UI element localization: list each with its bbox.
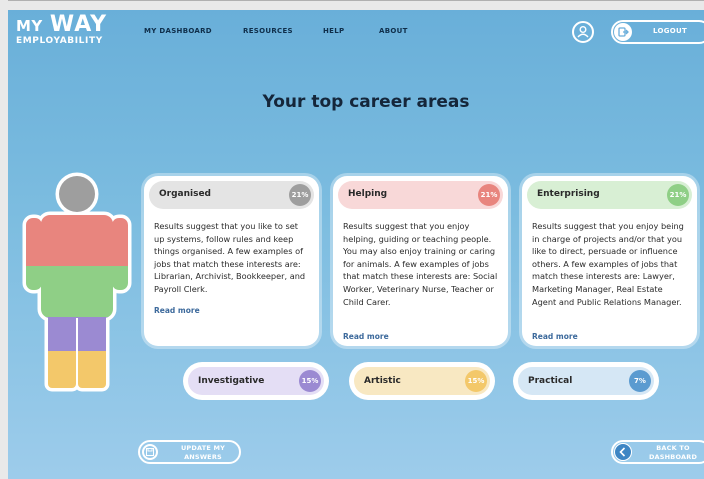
figure-torso: [26, 214, 128, 266]
career-profile-person-figure: [22, 172, 132, 392]
career-percent-badge: 7%: [629, 370, 651, 392]
back-label-line2: DASHBOARD: [648, 453, 698, 461]
career-card-enterprising: Enterprising 21% Results suggest that yo…: [522, 176, 697, 346]
career-card-organised: Organised 21% Results suggest that you l…: [144, 176, 319, 346]
career-name: Investigative: [198, 376, 265, 386]
career-description: Results suggest that you like to set up …: [154, 221, 306, 294]
nav-help[interactable]: HELP: [323, 27, 344, 35]
update-label-line1: UPDATE MY: [180, 444, 226, 452]
career-pill-enterprising: Enterprising 21%: [527, 181, 692, 209]
nav-about[interactable]: ABOUT: [379, 27, 408, 35]
career-description: Results suggest that you enjoy helping, …: [343, 221, 498, 307]
career-name: Practical: [528, 376, 573, 386]
save-icon: [142, 444, 158, 460]
career-percent-badge: 15%: [299, 370, 321, 392]
update-my-answers-button[interactable]: UPDATE MY ANSWERS: [138, 440, 241, 464]
career-name: Helping: [348, 189, 388, 199]
app-viewport: MY WAY EMPLOYABILITY MY DASHBOARD RESOUR…: [8, 10, 704, 479]
read-more-link[interactable]: Read more: [154, 306, 200, 315]
career-name: Artistic: [364, 376, 401, 386]
career-percent-badge: 21%: [289, 184, 311, 206]
career-card-helping: Helping 21% Results suggest that you enj…: [333, 176, 508, 346]
career-name: Enterprising: [537, 189, 600, 199]
logout-button[interactable]: LOGOUT: [611, 20, 704, 44]
career-description: Results suggest that you enjoy being in …: [532, 221, 684, 307]
career-pill-helping: Helping 21%: [338, 181, 503, 209]
user-icon[interactable]: [572, 21, 594, 43]
frame-top-border: [8, 0, 704, 1]
chevron-left-icon: [614, 443, 632, 461]
career-chip-artistic[interactable]: Artistic 15%: [349, 362, 495, 400]
update-label-line2: ANSWERS: [184, 453, 222, 461]
logout-icon: [614, 23, 632, 41]
logo-text-way: WAY: [49, 12, 108, 37]
career-name: Organised: [159, 189, 212, 199]
read-more-link[interactable]: Read more: [343, 332, 389, 341]
logo-text-my: MY: [16, 17, 43, 35]
nav-resources[interactable]: RESOURCES: [243, 27, 293, 35]
read-more-link[interactable]: Read more: [532, 332, 578, 341]
nav-my-dashboard[interactable]: MY DASHBOARD: [144, 27, 212, 35]
career-chip-practical[interactable]: Practical 7%: [513, 362, 659, 400]
logo-text-employability: EMPLOYABILITY: [16, 36, 103, 46]
career-percent-badge: 21%: [667, 184, 689, 206]
top-navigation-bar: MY WAY EMPLOYABILITY MY DASHBOARD RESOUR…: [8, 10, 704, 56]
page-title: Your top career areas: [262, 92, 470, 112]
career-percent-badge: 15%: [465, 370, 487, 392]
career-pill-organised: Organised 21%: [149, 181, 314, 209]
figure-head: [26, 176, 128, 214]
back-label-line1: BACK TO: [656, 444, 690, 452]
back-to-dashboard-button[interactable]: BACK TO DASHBOARD: [611, 440, 704, 464]
career-percent-badge: 21%: [478, 184, 500, 206]
my-way-employability-logo[interactable]: MY WAY EMPLOYABILITY: [16, 12, 108, 47]
user-glyph: [577, 26, 589, 38]
career-chip-investigative[interactable]: Investigative 15%: [183, 362, 329, 400]
logout-label: LOGOUT: [653, 27, 688, 35]
